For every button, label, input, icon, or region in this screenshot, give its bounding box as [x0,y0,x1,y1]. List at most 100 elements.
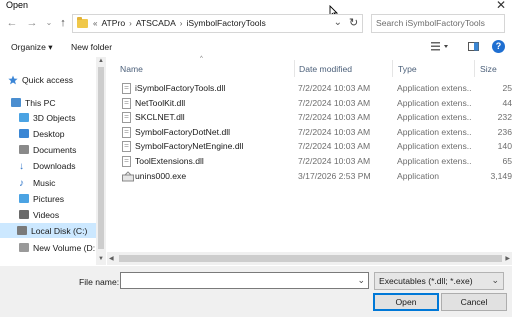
column-divider[interactable] [392,60,393,77]
breadcrumb-item-atpro[interactable]: ATPro [101,18,125,28]
chevron-right-icon[interactable]: › [180,19,183,28]
file-size: 140 [497,141,512,152]
sidebar-item-desktop[interactable]: Desktop [19,126,65,141]
file-name-input[interactable]: ⌄ [120,272,369,289]
scroll-right-icon[interactable]: ▶ [505,255,510,262]
view-options-button[interactable] [431,42,449,53]
application-icon [122,170,134,182]
sidebar-item-label: New Volume (D: [33,242,96,253]
organize-button[interactable]: Organize ▾ [11,42,53,53]
file-size: 232 [497,112,512,123]
refresh-button[interactable]: ↻ [349,16,358,29]
column-divider[interactable] [474,60,475,77]
sidebar-item-label: Quick access [22,74,74,85]
column-header-date[interactable]: Date modified [299,64,352,74]
sidebar-item-local-disk-c[interactable]: Local Disk (C:) [0,223,96,238]
dll-file-icon [122,156,131,167]
scroll-up-icon[interactable]: ▲ [98,58,104,64]
music-note-icon: ♪ [19,178,24,189]
file-name: ToolExtensions.dll [135,156,204,166]
chevron-right-icon[interactable]: › [129,19,132,28]
file-name-label: File name: [79,277,120,287]
scrollbar-thumb[interactable] [119,255,502,262]
file-date-modified: 7/2/2024 10:03 AM [298,126,371,137]
file-type: Application extens... [397,141,472,152]
file-row[interactable]: NetToolKit.dll 7/2/2024 10:03 AM Applicati… [107,96,512,111]
preview-pane-icon [468,42,479,51]
column-header-size[interactable]: Size [480,64,497,74]
sidebar-item-label: 3D Objects [33,112,76,123]
view-list-icon [431,42,448,51]
file-type: Application extens... [397,112,472,123]
preview-pane-button[interactable] [468,42,479,53]
sidebar-item-label: Documents [33,144,77,155]
dll-file-icon [122,126,131,138]
file-row[interactable]: SymbolFactoryNetEngine.dll 7/2/2024 10:03… [107,139,512,154]
file-row[interactable]: iSymbolFactoryTools.dll 7/2/2024 10:03 AM… [107,81,512,96]
column-header-type[interactable]: Type [398,64,417,74]
column-header-name[interactable]: Name [120,64,143,74]
forward-button[interactable]: → [26,17,38,29]
breadcrumb-item-atscada[interactable]: ATSCADA [136,18,176,28]
title-bar [0,0,512,12]
sidebar-item-new-volume-d[interactable]: New Volume (D: [19,240,95,255]
dll-file-icon [122,97,131,109]
file-size: 44 [502,97,512,108]
file-type: Application extens... [397,156,472,166]
close-button[interactable]: ✕ [494,0,508,12]
file-type: Application extens... [397,83,472,93]
file-size: 3,149 [490,170,512,181]
drive-icon [19,243,29,252]
file-name: NetToolKit.dll [135,97,186,108]
sidebar-item-this-pc[interactable]: This PC [11,95,56,110]
search-placeholder: Search iSymbolFactoryTools [376,18,485,28]
file-name: SymbolFactoryNetEngine.dll [135,141,244,152]
file-name: SymbolFactoryDotNet.dll [135,126,231,137]
dll-file-icon [122,141,131,153]
sidebar-item-music[interactable]: ♪ Music [19,175,55,190]
recent-locations-button[interactable]: ⌄ [43,18,55,27]
sidebar-item-label: Local Disk (C:) [31,225,88,236]
file-size: 236 [497,126,512,137]
cube-icon [19,113,29,122]
file-type: Application extens... [397,97,472,108]
drive-icon [17,226,27,235]
sidebar-item-documents[interactable]: Documents [19,142,76,157]
navigation-scrollbar[interactable]: ▲ ▼ [96,57,106,265]
window-title: Open [6,0,29,10]
breadcrumb-item-current[interactable]: iSymbolFactoryTools [186,18,265,28]
new-folder-button[interactable]: New folder [71,42,112,52]
breadcrumb-overflow[interactable]: « [93,19,97,28]
help-button[interactable]: ? [492,40,505,53]
search-input[interactable]: Search iSymbolFactoryTools [371,14,505,33]
sidebar-item-videos[interactable]: Videos [19,207,59,222]
scroll-down-icon[interactable]: ▼ [98,256,104,262]
column-divider[interactable] [294,60,295,77]
up-button[interactable]: ↑ [57,17,69,29]
chevron-down-icon[interactable]: ⌄ [357,275,365,286]
address-bar[interactable]: « ATPro › ATSCADA › iSymbolFactoryTools … [72,14,363,33]
file-row[interactable]: SymbolFactoryDotNet.dll 7/2/2024 10:03 AM… [107,125,512,140]
open-button[interactable]: Open [373,293,439,311]
address-history-button[interactable]: ⌄ [334,17,342,28]
scrollbar-thumb[interactable] [98,67,104,249]
file-name: iSymbolFactoryTools.dll [135,83,226,93]
file-row[interactable]: unins000.exe 3/17/2026 2:53 PM Application… [107,169,512,184]
sidebar-item-label: Downloads [33,160,76,171]
file-row[interactable]: SKCLNET.dll 7/2/2024 10:03 AM Application … [107,110,512,125]
sidebar-item-label: Desktop [33,128,65,139]
back-button[interactable]: ← [6,17,18,29]
cancel-button[interactable]: Cancel [441,293,507,311]
sidebar-item-3d-objects[interactable]: 3D Objects [19,110,76,125]
sidebar-item-pictures[interactable]: Pictures [19,191,64,206]
arrow-right-icon: → [26,17,38,29]
pictures-icon [19,194,29,203]
desktop-icon [19,129,29,138]
sidebar-item-downloads[interactable]: ↓ Downloads [19,158,76,173]
file-row[interactable]: ToolExtensions.dll 7/2/2024 10:03 AM Appli… [107,154,512,169]
file-type-filter[interactable]: Executables (*.dll; *.exe) ⌄ [374,272,504,290]
scroll-left-icon[interactable]: ◀ [109,255,114,262]
file-list-scrollbar[interactable]: ◀ ▶ [107,252,512,265]
file-date-modified: 7/2/2024 10:03 AM [298,156,371,166]
sidebar-item-quick-access[interactable]: Quick access [8,72,73,87]
